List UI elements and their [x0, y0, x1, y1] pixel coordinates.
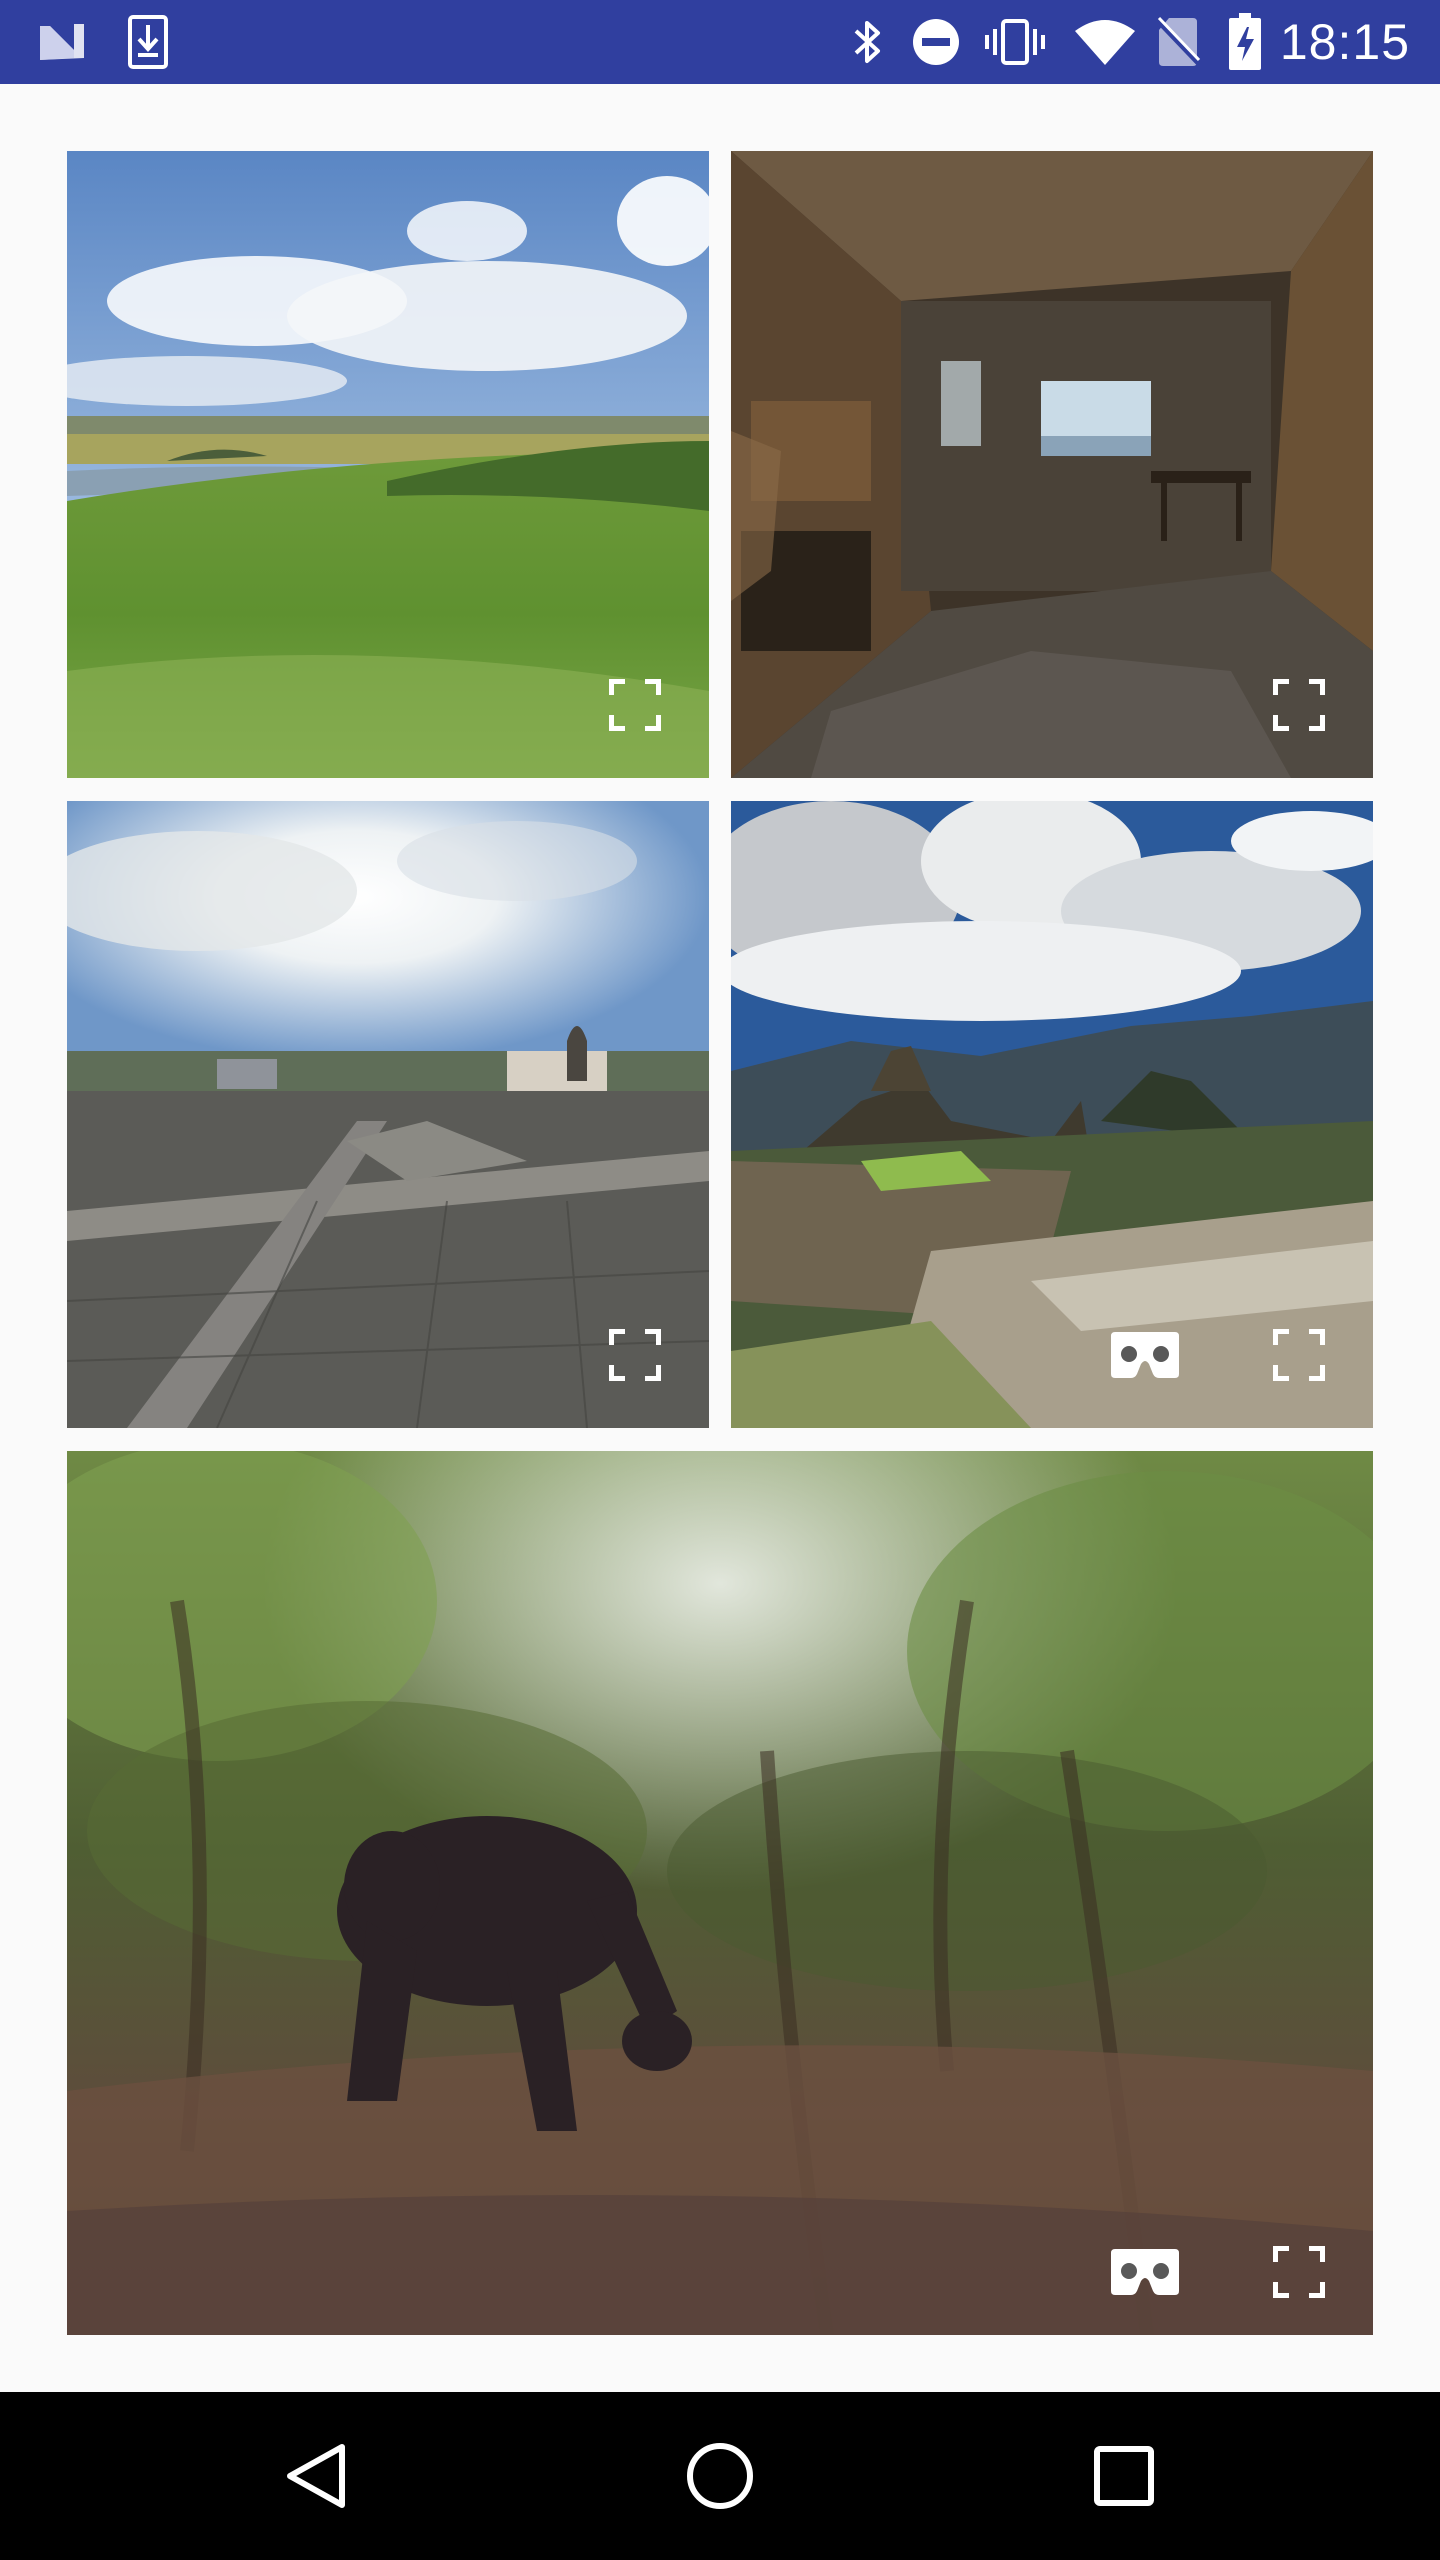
cardboard-vr-icon [1111, 1332, 1179, 1378]
vibrate-icon [980, 0, 1050, 84]
do-not-disturb-icon [908, 0, 964, 84]
recents-button[interactable] [1040, 2392, 1208, 2560]
wifi-icon [1070, 0, 1140, 84]
fullscreen-icon [1273, 1329, 1325, 1381]
panorama-tile-hill[interactable] [67, 151, 709, 778]
recents-icon [1094, 2446, 1154, 2506]
cardboard-vr-button[interactable] [1109, 2236, 1181, 2308]
no-sim-icon [1150, 0, 1206, 84]
cardboard-vr-icon [1111, 2249, 1179, 2295]
fullscreen-button[interactable] [599, 669, 671, 741]
status-bar: 18:15 [0, 0, 1440, 84]
battery-charging-icon [1220, 0, 1270, 84]
notification-n-icon [30, 0, 94, 84]
back-button[interactable] [232, 2392, 400, 2560]
navigation-bar [0, 2392, 1440, 2560]
panorama-tile-machu-picchu[interactable] [731, 801, 1373, 1428]
fullscreen-button[interactable] [599, 1319, 671, 1391]
fullscreen-icon [1273, 679, 1325, 731]
fullscreen-icon [1273, 2246, 1325, 2298]
home-button[interactable] [636, 2392, 804, 2560]
fullscreen-button[interactable] [1263, 1319, 1335, 1391]
clock: 18:15 [1279, 14, 1410, 70]
home-icon [687, 2443, 753, 2509]
gorilla-forest-video-frame [67, 1451, 1373, 2335]
video-tile-gorilla[interactable] [67, 1451, 1373, 2335]
download-icon [120, 0, 176, 84]
cardboard-vr-button[interactable] [1109, 1319, 1181, 1391]
screen: 18:15 [0, 0, 1440, 2560]
fullscreen-icon [609, 1329, 661, 1381]
fullscreen-button[interactable] [1263, 669, 1335, 741]
fullscreen-button[interactable] [1263, 2236, 1335, 2308]
back-icon [287, 2444, 345, 2508]
fullscreen-icon [609, 679, 661, 731]
bluetooth-icon [840, 0, 896, 84]
panorama-tile-room[interactable] [731, 151, 1373, 778]
panorama-tile-plaza[interactable] [67, 801, 709, 1428]
